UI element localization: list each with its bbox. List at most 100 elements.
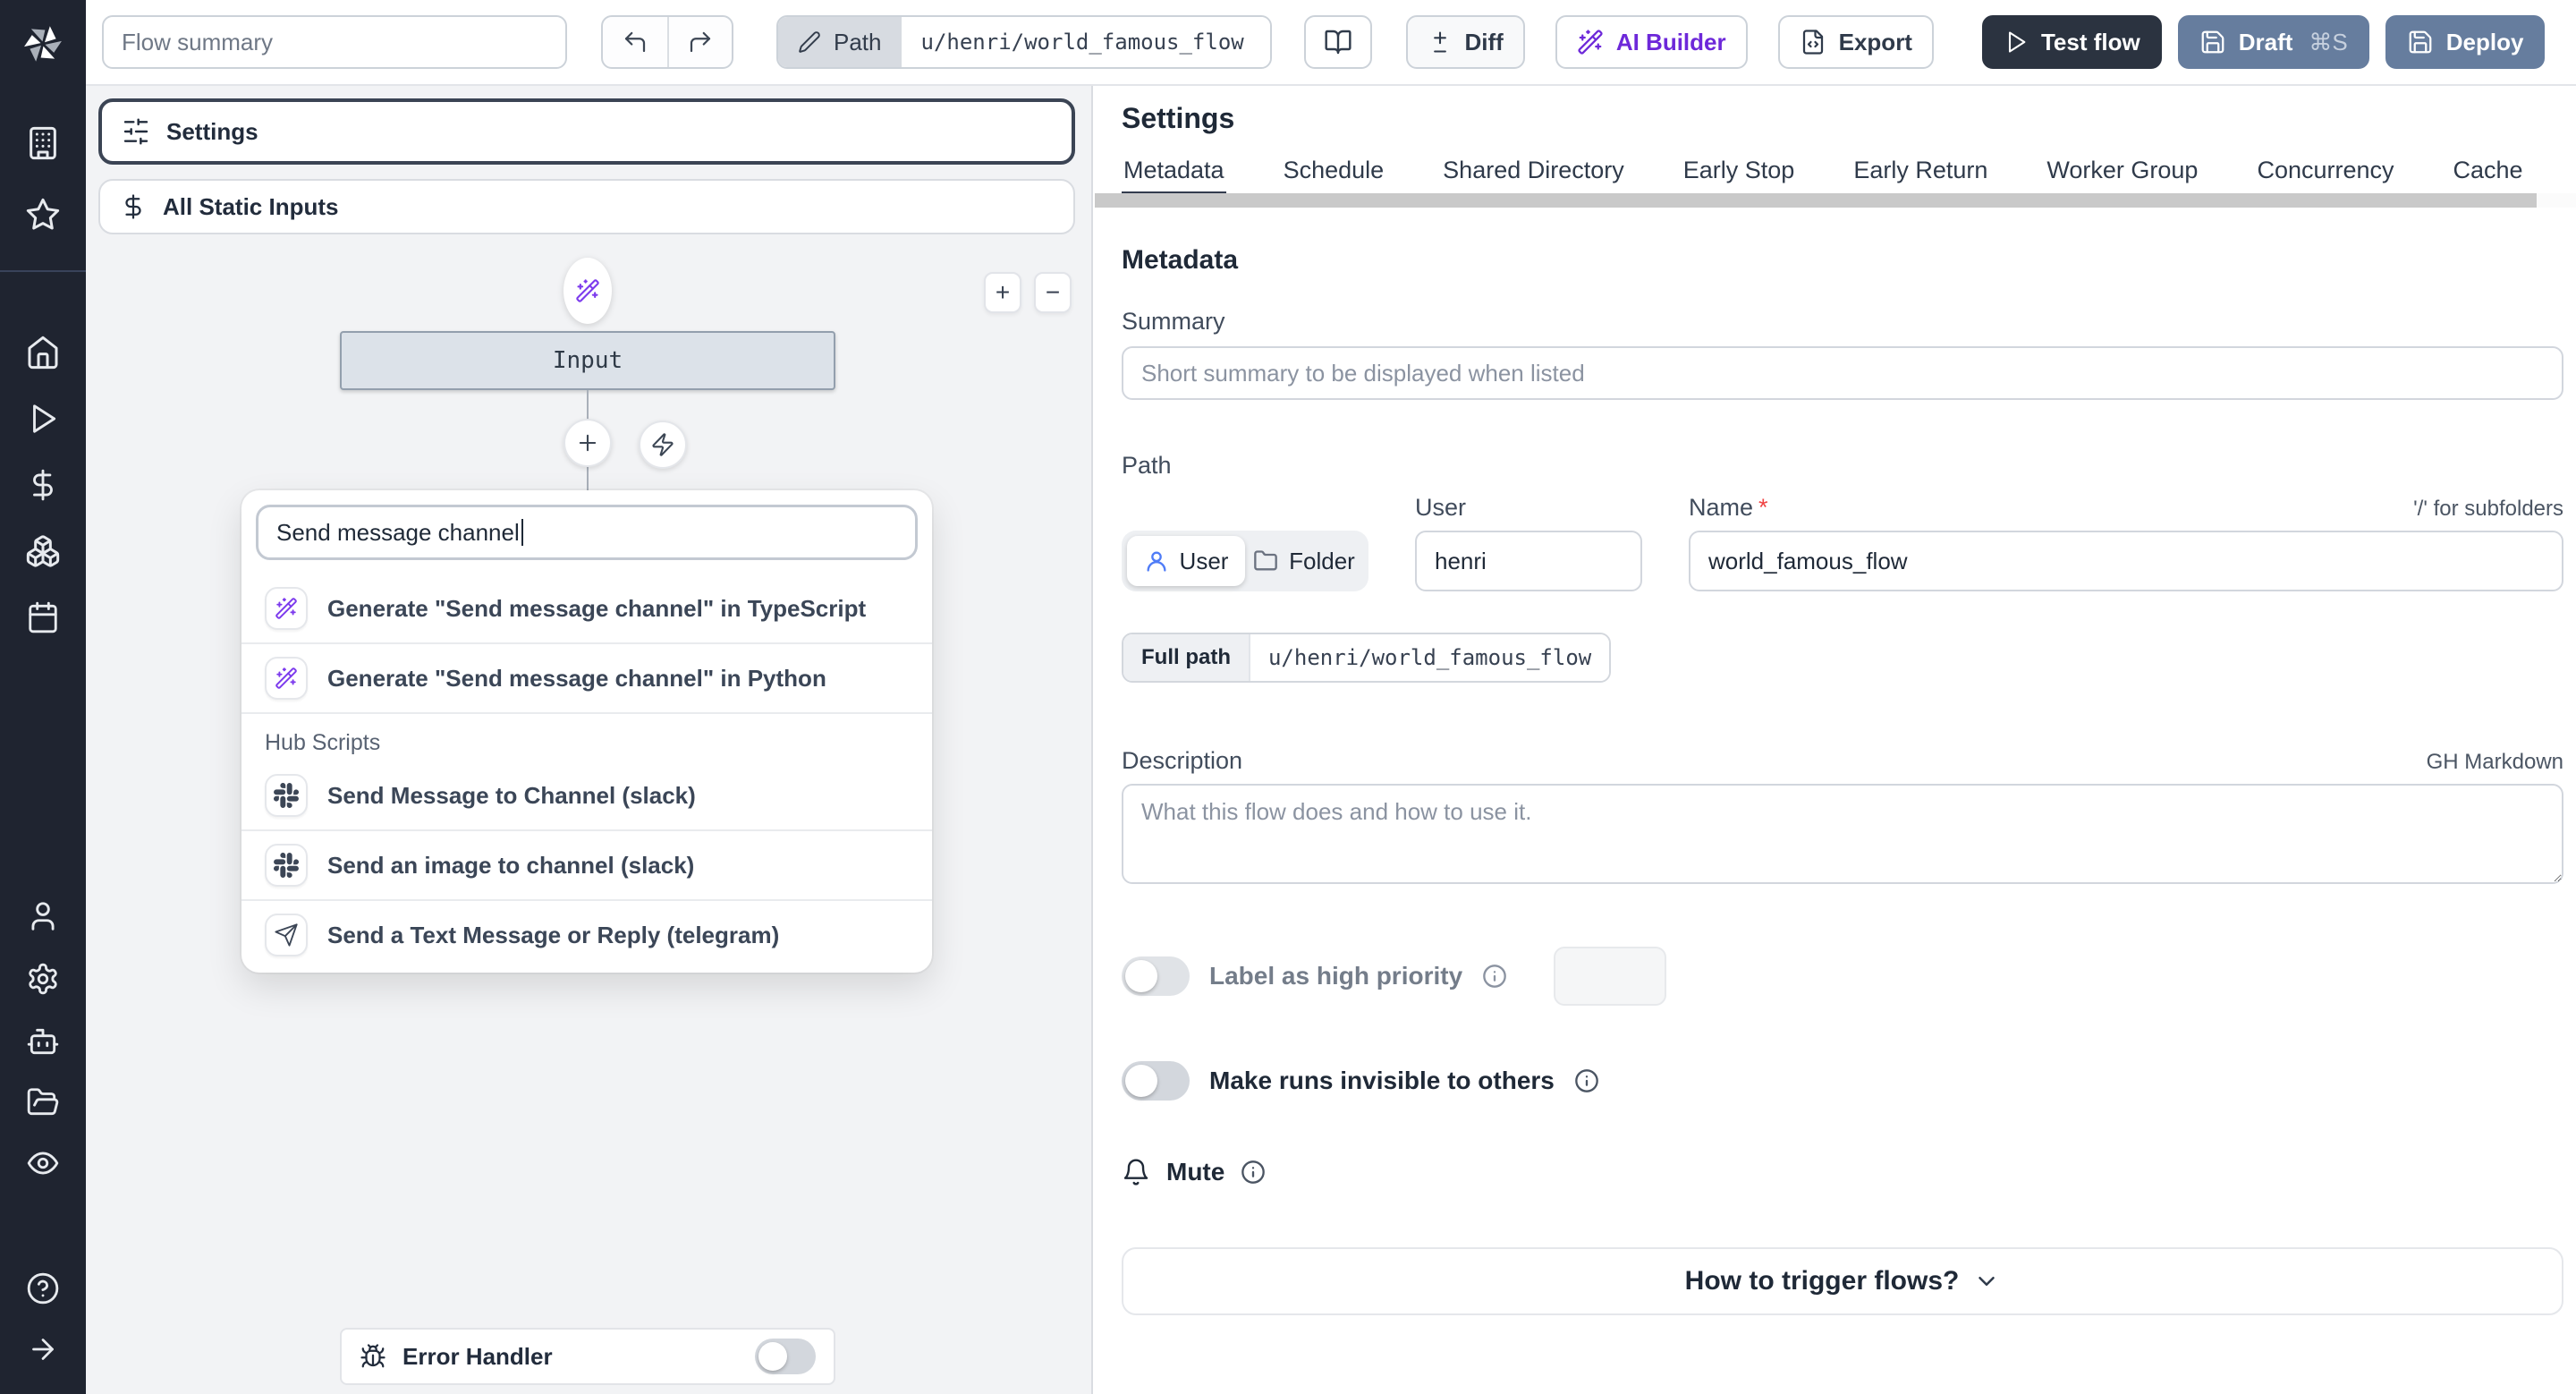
- list-item-label: Generate "Send message channel" in Pytho…: [327, 664, 826, 692]
- add-trigger-button[interactable]: [639, 421, 687, 469]
- hub-script-slack-image-item[interactable]: Send an image to channel (slack): [242, 829, 932, 899]
- draft-label: Draft: [2238, 28, 2293, 55]
- redo-button[interactable]: [667, 17, 732, 67]
- hub-script-slack-message-item[interactable]: Send Message to Channel (slack): [242, 761, 932, 829]
- tab-concurrency[interactable]: Concurrency: [2255, 157, 2395, 197]
- sidebar-item-users[interactable]: [0, 886, 86, 947]
- sidebar-item-settings[interactable]: [0, 948, 86, 1009]
- path-edit-chip[interactable]: Path: [778, 17, 902, 67]
- sidebar-item-home[interactable]: [0, 322, 86, 383]
- export-label: Export: [1838, 28, 1912, 55]
- flow-summary-input[interactable]: [102, 15, 567, 69]
- home-icon: [25, 335, 61, 370]
- windmill-logo-icon[interactable]: [19, 20, 67, 68]
- wand-sparkles-icon: [265, 657, 308, 700]
- list-item-label: Send an image to channel (slack): [327, 851, 695, 879]
- input-node[interactable]: Input: [340, 331, 835, 390]
- priority-value-input[interactable]: [1554, 947, 1667, 1006]
- error-handler-toggle[interactable]: [755, 1339, 816, 1374]
- sidebar-item-workspace[interactable]: [0, 113, 86, 174]
- slack-icon: [265, 844, 308, 887]
- info-icon: [1574, 1068, 1599, 1093]
- text-caret: [521, 519, 523, 546]
- sidebar-collapse-button[interactable]: [0, 1319, 86, 1380]
- full-path-label: Full path: [1123, 634, 1250, 681]
- wand-sparkles-icon: [1577, 29, 1604, 55]
- path-group[interactable]: Path u/henri/world_famous_flow: [776, 15, 1272, 69]
- tab-schedule[interactable]: Schedule: [1282, 157, 1386, 197]
- user-input[interactable]: [1415, 531, 1642, 591]
- input-node-label: Input: [552, 347, 623, 374]
- owner-kind-user-option[interactable]: User: [1127, 536, 1245, 586]
- required-asterisk: *: [1758, 494, 1768, 521]
- gear-icon: [26, 962, 60, 996]
- invisible-runs-toggle[interactable]: [1122, 1061, 1190, 1101]
- all-static-inputs-module[interactable]: All Static Inputs: [98, 179, 1075, 234]
- add-step-button[interactable]: [564, 419, 612, 467]
- draft-shortcut: ⌘S: [2309, 28, 2348, 55]
- how-to-trigger-button[interactable]: How to trigger flows?: [1122, 1247, 2563, 1315]
- user-field-label: User: [1415, 494, 1467, 521]
- tab-cache[interactable]: Cache: [2452, 157, 2525, 197]
- sidebar-item-audit[interactable]: [0, 1133, 86, 1194]
- step-search-input[interactable]: Send message channel: [256, 505, 918, 560]
- path-row: User Folder User Name* '/' for subfolder…: [1122, 494, 2563, 591]
- tabs-scrollbar-thumb[interactable]: [1095, 193, 2537, 208]
- sidebar-item-help[interactable]: [0, 1258, 86, 1319]
- error-handler-module[interactable]: Error Handler: [340, 1328, 835, 1385]
- tab-early-stop[interactable]: Early Stop: [1682, 157, 1797, 197]
- tab-shared-directory[interactable]: Shared Directory: [1441, 157, 1626, 197]
- draft-button[interactable]: Draft ⌘S: [2177, 15, 2369, 69]
- list-item-label: Generate "Send message channel" in TypeS…: [327, 594, 867, 622]
- name-input[interactable]: [1689, 531, 2563, 591]
- undo-icon: [622, 29, 648, 55]
- deploy-button[interactable]: Deploy: [2385, 15, 2546, 69]
- summary-input[interactable]: [1122, 346, 2563, 400]
- diff-label: Diff: [1464, 28, 1504, 55]
- sidebar-item-workers[interactable]: [0, 1011, 86, 1072]
- ai-builder-label: AI Builder: [1615, 28, 1726, 55]
- generate-typescript-item[interactable]: Generate "Send message channel" in TypeS…: [242, 574, 932, 642]
- flow-settings-module[interactable]: Settings: [98, 98, 1075, 165]
- sidebar-item-schedules[interactable]: [0, 587, 86, 648]
- full-path-display: Full path u/henri/world_famous_flow: [1122, 633, 1612, 683]
- docs-button[interactable]: [1303, 15, 1372, 69]
- description-textarea[interactable]: [1122, 784, 2563, 884]
- high-priority-toggle[interactable]: [1122, 956, 1190, 996]
- export-button[interactable]: Export: [1777, 15, 1934, 69]
- file-code-icon: [1800, 29, 1826, 55]
- sidebar-item-variables[interactable]: [0, 455, 86, 515]
- generate-python-item[interactable]: Generate "Send message channel" in Pytho…: [242, 642, 932, 712]
- topbar: Path u/henri/world_famous_flow Diff AI B…: [86, 0, 2576, 86]
- plus-circle-icon: [575, 430, 600, 455]
- zoom-in-button[interactable]: +: [984, 272, 1021, 313]
- user-icon: [26, 899, 60, 933]
- settings-tabs: Metadata Schedule Shared Directory Early…: [1122, 157, 2563, 197]
- diff-button[interactable]: Diff: [1405, 15, 1525, 69]
- markdown-hint: GH Markdown: [2426, 750, 2563, 774]
- tab-metadata[interactable]: Metadata: [1122, 157, 1226, 197]
- undo-button[interactable]: [603, 17, 667, 67]
- hub-script-telegram-item[interactable]: Send a Text Message or Reply (telegram): [242, 899, 932, 969]
- user-round-icon: [1144, 548, 1169, 574]
- panel-title: Settings: [1122, 102, 1235, 134]
- chevron-down-icon: [1973, 1268, 2000, 1295]
- ai-flow-builder-node-button[interactable]: [564, 258, 612, 324]
- test-flow-button[interactable]: Test flow: [1981, 15, 2162, 69]
- redo-icon: [687, 29, 714, 55]
- calendar-icon: [26, 600, 60, 634]
- list-item-label: Send Message to Channel (slack): [327, 781, 696, 809]
- info-icon: [1241, 1160, 1266, 1185]
- sidebar-item-runs[interactable]: [0, 388, 86, 449]
- tab-worker-group[interactable]: Worker Group: [2045, 157, 2199, 197]
- owner-kind-folder-option[interactable]: Folder: [1245, 536, 1363, 586]
- sidebar-item-resources[interactable]: [0, 521, 86, 582]
- settings-panel: Settings Metadata Schedule Shared Direct…: [1095, 86, 2576, 1394]
- sidebar-item-favorites[interactable]: [0, 184, 86, 245]
- send-icon: [265, 914, 308, 956]
- sidebar-item-folders[interactable]: [0, 1072, 86, 1133]
- bug-icon: [360, 1343, 386, 1370]
- zoom-out-button[interactable]: −: [1034, 272, 1072, 313]
- ai-builder-button[interactable]: AI Builder: [1555, 15, 1748, 69]
- tab-early-return[interactable]: Early Return: [1852, 157, 1989, 197]
